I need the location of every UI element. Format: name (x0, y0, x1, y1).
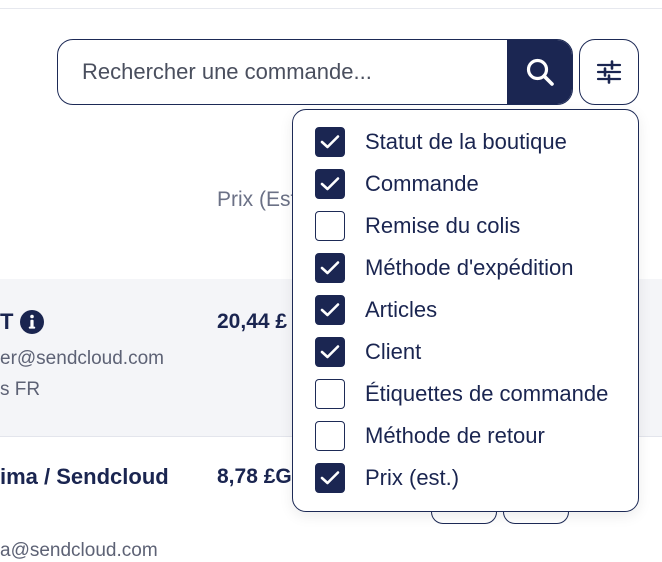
search-input[interactable] (58, 40, 508, 103)
column-option-label: Étiquettes de commande (365, 381, 609, 406)
check-icon (320, 345, 340, 359)
order-customer-email: er@sendcloud.com (0, 348, 164, 369)
search-button[interactable] (507, 40, 572, 104)
column-checkbox[interactable] (315, 127, 345, 157)
order-price: 8,78 £G (217, 465, 292, 488)
sliders-icon (596, 60, 622, 84)
check-icon (320, 177, 340, 191)
column-option-shop-status[interactable]: Statut de la boutique (315, 126, 635, 158)
column-checkbox[interactable] (315, 295, 345, 325)
column-checkbox[interactable] (315, 211, 345, 241)
check-icon (320, 261, 340, 275)
column-option-label: Statut de la boutique (365, 129, 567, 154)
column-option-label: Articles (365, 297, 438, 322)
order-customer-name: ima / Sendcloud (0, 464, 169, 489)
column-option-label: Méthode de retour (365, 423, 545, 448)
column-option-return-method[interactable]: Méthode de retour (315, 420, 635, 452)
column-option-parcel-handover[interactable]: Remise du colis (315, 210, 635, 242)
info-icon[interactable] (19, 309, 45, 335)
column-checkbox[interactable] (315, 337, 345, 367)
order-customer-country: s FR (0, 379, 41, 400)
column-checkbox[interactable] (315, 421, 345, 451)
column-visibility-menu: Statut de la boutique Commande Remise du… (292, 109, 639, 512)
search-bar (57, 39, 573, 105)
top-divider (0, 8, 662, 9)
column-option-price[interactable]: Prix (est.) (315, 462, 635, 494)
column-checkbox[interactable] (315, 169, 345, 199)
column-checkbox[interactable] (315, 253, 345, 283)
order-customer-email: a@sendcloud.com (0, 540, 158, 561)
column-settings-button[interactable] (579, 39, 639, 105)
check-icon (320, 303, 340, 317)
column-option-label: Remise du colis (365, 213, 521, 238)
column-checkbox[interactable] (315, 379, 345, 409)
search-icon (526, 58, 554, 86)
column-option-label: Prix (est.) (365, 465, 460, 490)
column-checkbox[interactable] (315, 463, 345, 493)
check-icon (320, 471, 340, 485)
column-header-price[interactable]: Prix (Est (217, 188, 296, 212)
column-option-order[interactable]: Commande (315, 168, 635, 200)
column-option-label: Commande (365, 171, 479, 196)
column-option-customer[interactable]: Client (315, 336, 635, 368)
column-option-shipping-method[interactable]: Méthode d'expédition (315, 252, 635, 284)
check-icon (320, 135, 340, 149)
column-option-label: Méthode d'expédition (365, 255, 574, 280)
column-option-label: Client (365, 339, 422, 364)
order-customer-name: T (0, 309, 14, 334)
column-option-order-tags[interactable]: Étiquettes de commande (315, 378, 635, 410)
order-price: 20,44 £ (217, 310, 288, 333)
column-option-items[interactable]: Articles (315, 294, 635, 326)
